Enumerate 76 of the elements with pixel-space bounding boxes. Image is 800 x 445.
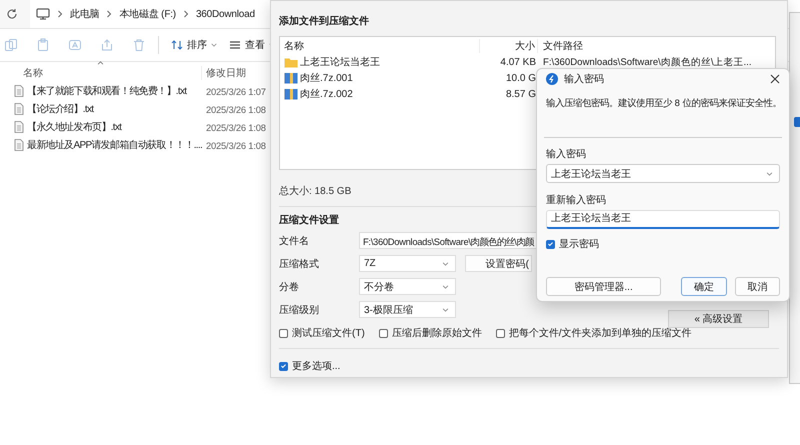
refresh-icon[interactable] (6, 8, 18, 20)
section-title: 压缩文件设置 (279, 214, 339, 228)
archive-icon (284, 72, 298, 84)
caret-icon (442, 262, 449, 266)
option-label: 显示密码 (559, 238, 599, 251)
dialog-button[interactable]: 确定 (681, 277, 727, 296)
field-label: 压缩格式 (279, 258, 320, 270)
caret-icon (766, 172, 773, 176)
checkbox[interactable] (496, 328, 505, 338)
checkbox[interactable] (279, 362, 288, 370)
option-label: 把每个文件/文件夹添加到单独的压缩文件 (508, 326, 692, 340)
checkbox[interactable] (279, 328, 288, 338)
sort-menu-button[interactable]: 排序 (171, 38, 217, 52)
caret-icon (211, 43, 217, 47)
column-header[interactable]: 名称 (0, 66, 201, 80)
modified-date: 2025/3/26 1:08 (206, 122, 266, 132)
field-label: 压缩级别 (279, 304, 320, 316)
dialog-title: 输入密码 (564, 72, 605, 86)
view-lines-icon (229, 39, 241, 51)
sort-icon (171, 39, 183, 51)
caret-icon (442, 284, 449, 288)
column-header[interactable]: 文件路径 (538, 38, 583, 52)
file-name[interactable]: 肉丝.7z.001 (300, 71, 353, 85)
dialog-message: 输入压缩包密码。建议使用至少 8 位的密码来保证安全性。 (546, 97, 780, 110)
option-label: 测试压缩文件(T) (292, 326, 365, 340)
computer-icon[interactable] (36, 8, 50, 20)
field-label: 文件名 (279, 234, 310, 248)
dropdown[interactable]: 7Z (359, 255, 456, 272)
text-file-icon (14, 139, 24, 151)
file-name[interactable]: 【永久地址发布页】.txt (27, 120, 199, 134)
folder-icon (284, 56, 298, 68)
confirm-password-field[interactable]: 上老王论坛当老王 (546, 210, 780, 229)
advanced-settings-button[interactable]: « 高级设置 (668, 310, 769, 328)
file-path: F:\360Downloads\Software\肉颜色的丝\上老王... (542, 56, 752, 68)
dialog-button[interactable]: 密码管理器... (546, 277, 662, 296)
breadcrumb-item[interactable]: 此电脑 (70, 7, 100, 21)
dialog-button[interactable]: 取消 (734, 277, 780, 296)
checkbox[interactable] (378, 328, 388, 338)
archive-icon (284, 88, 298, 100)
file-size: 8.57 G (504, 88, 537, 100)
password-combo-field[interactable]: 上老王论坛当老王 (546, 164, 780, 183)
chevron-icon (57, 10, 63, 18)
breadcrumb-item[interactable]: 360Download (196, 8, 255, 20)
field-label: 重新输入密码 (546, 194, 607, 208)
option-label: 更多选项... (292, 360, 340, 373)
dropdown[interactable]: 不分卷 (359, 278, 456, 295)
app-icon (546, 73, 558, 85)
file-name[interactable]: 上老王论坛当老王 (300, 55, 380, 69)
set-password-button[interactable]: 设置密码( (465, 255, 532, 272)
total-size: 总大小: 18.5 GB (279, 184, 352, 199)
file-size: 4.07 KB (499, 56, 537, 68)
text-file-icon (14, 85, 24, 97)
file-name[interactable]: 【来了就能下载和观看！纯免费！】.txt (27, 84, 199, 98)
dropdown[interactable]: 3-极限压缩 (359, 301, 456, 318)
file-size: 10.0 G (504, 72, 537, 84)
field-label: 输入密码 (546, 148, 587, 162)
file-name[interactable]: 肉丝.7z.002 (300, 87, 353, 101)
column-header[interactable]: 名称 (280, 38, 480, 52)
checkbox[interactable] (546, 240, 555, 248)
caret-icon (442, 308, 449, 312)
modified-date: 2025/3/26 1:07 (206, 86, 266, 96)
dialog-title: 添加文件到压缩文件 (279, 14, 370, 29)
close-icon[interactable] (770, 74, 780, 84)
field-label: 分卷 (279, 280, 300, 294)
column-header[interactable]: 大小 (480, 38, 538, 52)
chevron-icon (106, 10, 112, 18)
modified-date: 2025/3/26 1:08 (206, 140, 266, 150)
text-file-icon (14, 103, 24, 115)
modified-date: 2025/3/26 1:08 (206, 104, 266, 114)
option-label: 压缩后删除原始文件 (392, 326, 482, 340)
breadcrumb-item[interactable]: 本地磁盘 (F:) (119, 7, 176, 21)
chevron-icon (182, 10, 189, 18)
column-header[interactable]: 修改日期 (201, 66, 246, 80)
sort-caret-icon (97, 61, 104, 65)
file-name[interactable]: 【论坛介绍】.txt (27, 102, 199, 116)
text-file-icon (14, 121, 24, 133)
